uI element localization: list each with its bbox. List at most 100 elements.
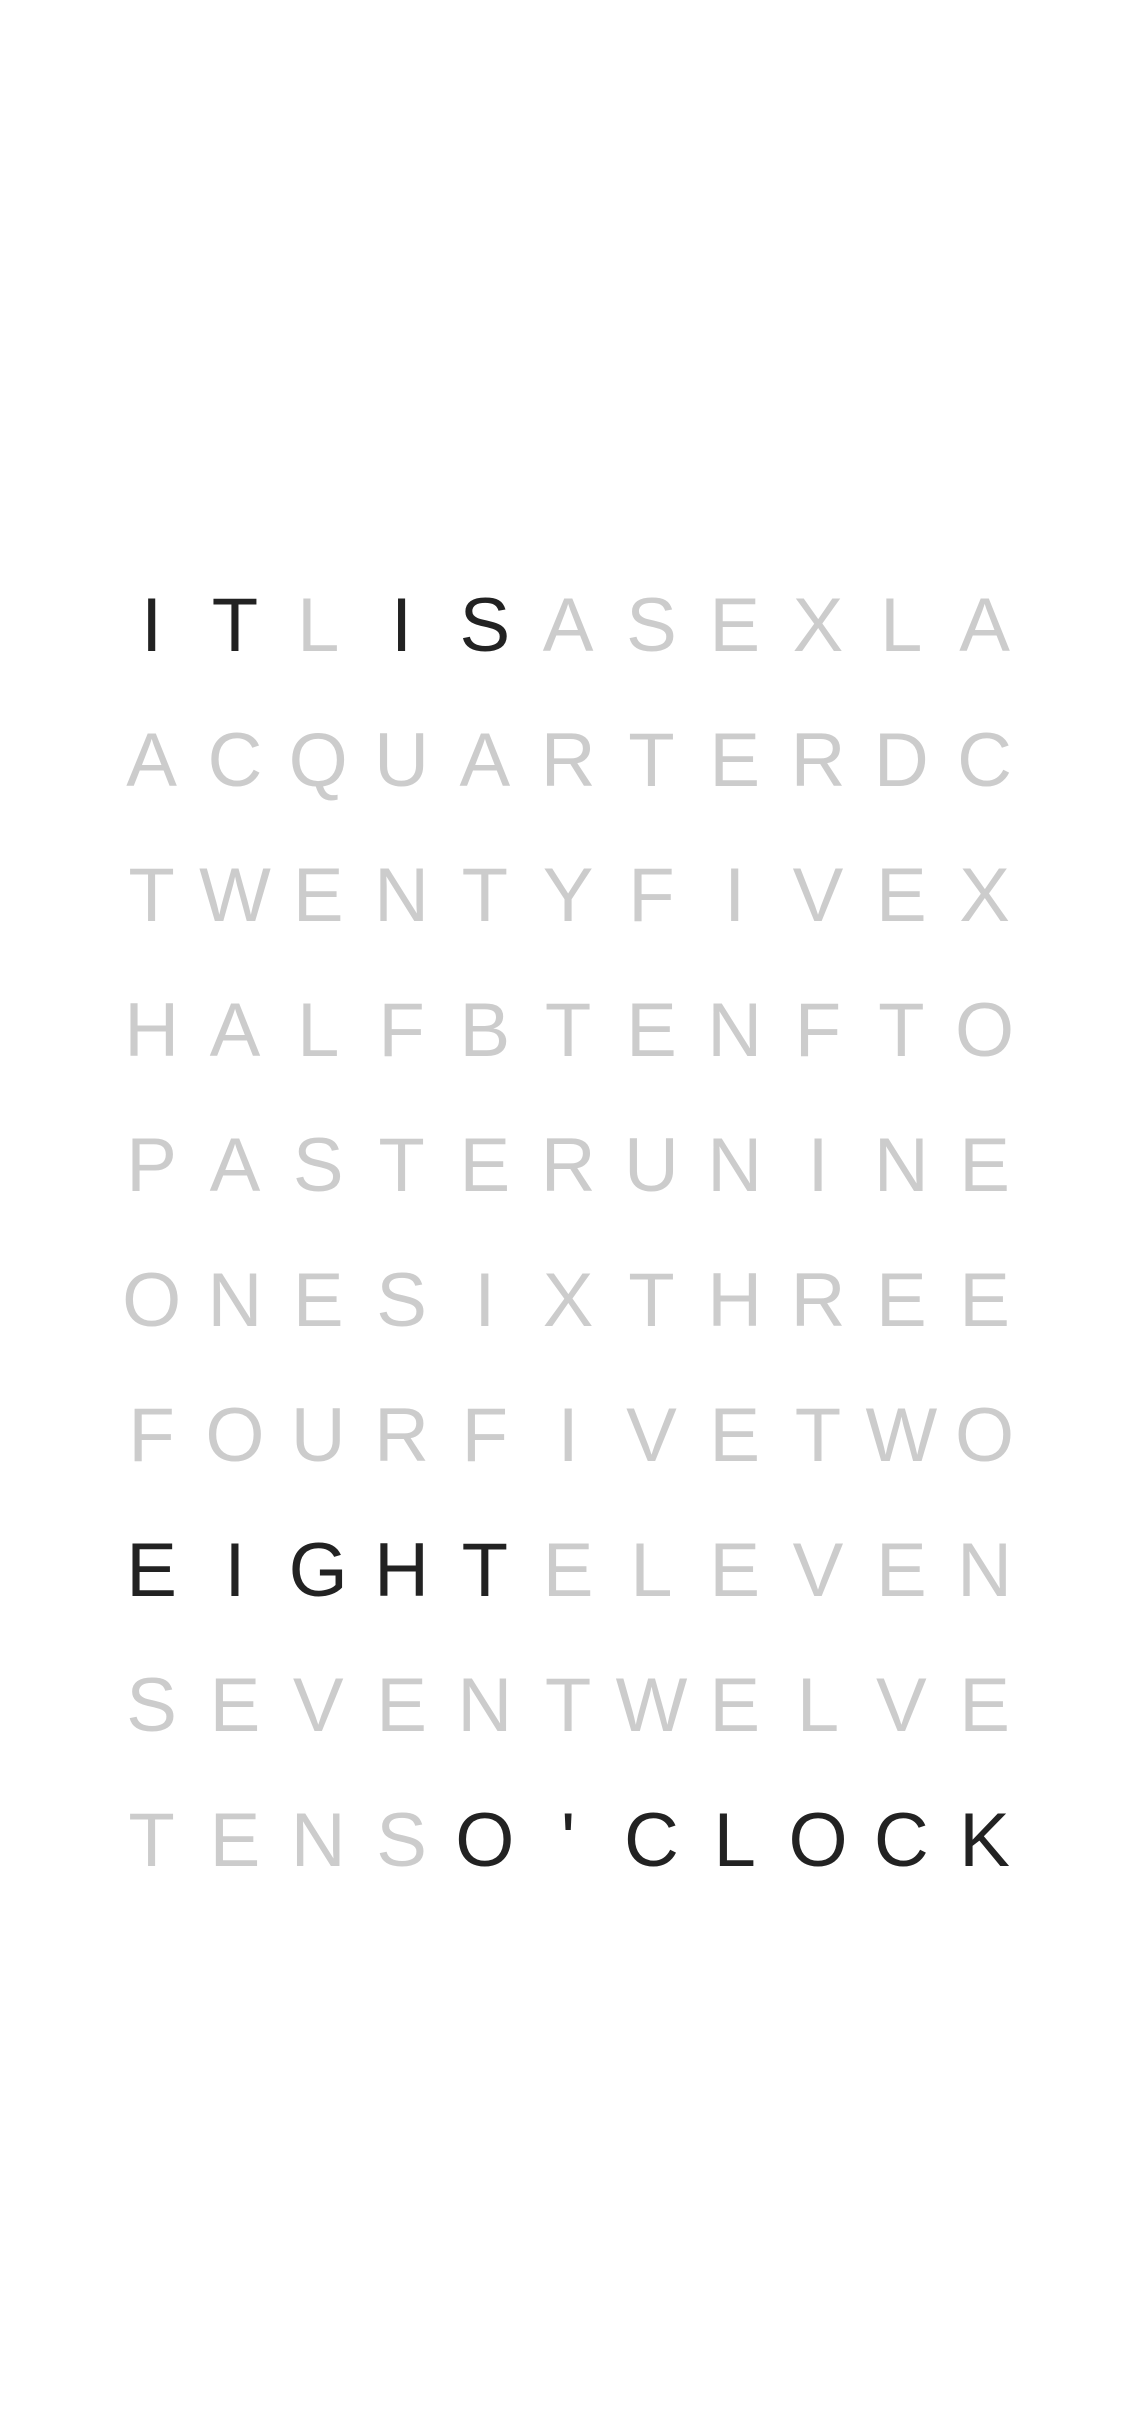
letter-cell-r3-c2: L <box>297 987 340 1073</box>
letter-cell-r4-c2: S <box>292 1122 344 1208</box>
letter-cell-r5-c8: R <box>790 1257 846 1343</box>
letter-cell-r0-c7: E <box>709 582 761 668</box>
letter-cell-r1-c0: A <box>126 717 177 803</box>
letter-cell-r9-c4: O <box>455 1797 515 1883</box>
letter-cell-r2-c3: N <box>374 852 429 938</box>
letter-cell-r3-c6: E <box>626 987 677 1073</box>
letter-cell-r8-c3: E <box>376 1662 427 1748</box>
letter-cell-r5-c9: E <box>875 1257 927 1343</box>
letter-cell-r5-c1: N <box>207 1257 263 1343</box>
letter-cell-r0-c3: I <box>390 582 413 668</box>
letter-cell-r8-c5: T <box>544 1662 592 1748</box>
letter-cell-r6-c5: I <box>557 1392 579 1478</box>
letter-cell-r4-c9: N <box>873 1122 929 1208</box>
letter-cell-r8-c1: E <box>209 1662 261 1748</box>
letter-cell-r7-c10: N <box>957 1527 1013 1613</box>
word-clock-screen: ITLISASEXLAACQUARTERDCTWENTYFIVEXHALFBTE… <box>0 0 1125 2436</box>
letter-cell-r4-c0: P <box>126 1122 177 1208</box>
letter-cell-r3-c8: F <box>794 987 842 1073</box>
letter-grid: ITLISASEXLAACQUARTERDCTWENTYFIVEXHALFBTE… <box>110 558 1025 1908</box>
letter-cell-r6-c1: O <box>205 1392 265 1478</box>
letter-cell-r7-c1: I <box>224 1527 246 1613</box>
letter-cell-r0-c10: A <box>959 582 1010 668</box>
letter-cell-r4-c8: I <box>807 1122 829 1208</box>
letter-cell-r1-c3: U <box>374 717 429 803</box>
letter-cell-r8-c10: E <box>959 1662 1010 1748</box>
letter-cell-r3-c0: H <box>124 987 180 1073</box>
letter-cell-r9-c0: T <box>128 1797 175 1883</box>
letter-cell-r1-c4: A <box>459 717 511 803</box>
letter-cell-r0-c1: T <box>211 582 259 668</box>
letter-cell-r5-c6: T <box>628 1257 675 1343</box>
letter-cell-r6-c9: W <box>865 1392 938 1478</box>
letter-cell-r4-c10: E <box>959 1122 1010 1208</box>
letter-cell-r3-c9: T <box>878 987 925 1073</box>
letter-cell-r7-c4: T <box>461 1527 509 1613</box>
letter-cell-r7-c9: E <box>875 1527 927 1613</box>
letter-cell-r4-c6: U <box>623 1122 679 1208</box>
letter-cell-r8-c4: N <box>457 1662 513 1748</box>
letter-cell-r9-c2: N <box>290 1797 346 1883</box>
letter-cell-r2-c2: E <box>292 852 344 938</box>
letter-cell-r0-c2: L <box>297 582 340 668</box>
letter-cell-r2-c6: F <box>628 852 675 938</box>
letter-cell-r8-c8: L <box>796 1662 840 1748</box>
letter-cell-r4-c4: E <box>459 1122 511 1208</box>
letter-cell-r7-c7: E <box>709 1527 761 1613</box>
letter-cell-r8-c2: V <box>292 1662 344 1748</box>
letter-cell-r3-c10: O <box>955 987 1015 1073</box>
letter-cell-r9-c1: E <box>209 1797 261 1883</box>
letter-cell-r2-c9: E <box>875 852 927 938</box>
letter-cell-r1-c6: T <box>628 717 675 803</box>
letter-cell-r2-c1: W <box>199 852 271 938</box>
letter-cell-r6-c8: T <box>794 1392 842 1478</box>
letter-cell-r7-c8: V <box>792 1527 844 1613</box>
letter-cell-r8-c6: W <box>615 1662 688 1748</box>
letter-cell-r3-c3: F <box>378 987 425 1073</box>
letter-cell-r1-c2: Q <box>288 717 348 803</box>
letter-cell-r7-c6: L <box>630 1527 673 1613</box>
letter-cell-r2-c5: Y <box>542 852 594 938</box>
letter-cell-r7-c5: E <box>542 1527 594 1613</box>
letter-cell-r3-c1: A <box>209 987 261 1073</box>
letter-cell-r6-c10: O <box>955 1392 1015 1478</box>
letter-cell-r5-c2: E <box>292 1257 344 1343</box>
letter-cell-r1-c8: R <box>790 717 846 803</box>
letter-cell-r4-c7: N <box>707 1122 763 1208</box>
letter-cell-r2-c4: T <box>461 852 509 938</box>
letter-cell-r8-c0: S <box>126 1662 177 1748</box>
letter-cell-r6-c2: U <box>290 1392 346 1478</box>
letter-cell-r9-c5: ' <box>560 1797 576 1883</box>
letter-cell-r5-c0: O <box>122 1257 182 1343</box>
letter-cell-r6-c0: F <box>128 1392 175 1478</box>
letter-cell-r0-c4: S <box>459 582 511 668</box>
letter-cell-r2-c8: V <box>792 852 844 938</box>
letter-cell-r0-c9: L <box>880 582 923 668</box>
letter-cell-r6-c6: V <box>626 1392 677 1478</box>
letter-cell-r9-c10: K <box>959 1797 1010 1883</box>
letter-cell-r9-c3: S <box>376 1797 427 1883</box>
letter-cell-r5-c3: S <box>376 1257 427 1343</box>
letter-cell-r1-c9: D <box>873 717 929 803</box>
letter-cell-r6-c4: F <box>461 1392 509 1478</box>
letter-cell-r7-c0: E <box>126 1527 177 1613</box>
letter-cell-r3-c4: B <box>459 987 511 1073</box>
letter-cell-r1-c5: R <box>540 717 596 803</box>
letter-cell-r1-c10: C <box>957 717 1013 803</box>
letter-cell-r0-c5: A <box>542 582 594 668</box>
letter-cell-r9-c8: O <box>788 1797 848 1883</box>
letter-cell-r3-c5: T <box>544 987 592 1073</box>
letter-cell-r4-c1: A <box>209 1122 261 1208</box>
letter-cell-r0-c0: I <box>141 582 163 668</box>
letter-cell-r0-c8: X <box>792 582 844 668</box>
letter-cell-r5-c7: H <box>707 1257 763 1343</box>
letter-cell-r9-c9: C <box>873 1797 929 1883</box>
letter-cell-r2-c0: T <box>128 852 175 938</box>
letter-cell-r5-c5: X <box>542 1257 594 1343</box>
letter-cell-r2-c7: I <box>724 852 746 938</box>
letter-cell-r1-c7: E <box>709 717 761 803</box>
letter-cell-r3-c7: N <box>707 987 763 1073</box>
letter-cell-r2-c10: X <box>959 852 1010 938</box>
letter-cell-r5-c10: E <box>959 1257 1010 1343</box>
letter-cell-r6-c7: E <box>709 1392 761 1478</box>
